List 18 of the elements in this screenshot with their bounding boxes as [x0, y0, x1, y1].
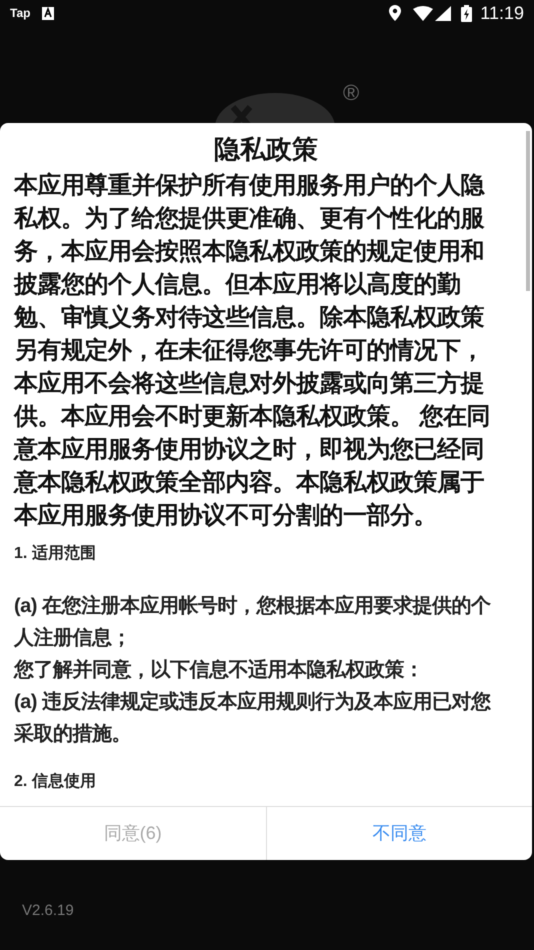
section-heading: 1. 适用范围 — [14, 543, 97, 564]
policy-paragraph: 您了解并同意，以下信息不适用本隐私权政策： — [14, 658, 424, 683]
section-heading: 2. 信息使用 — [14, 772, 97, 792]
disagree-button[interactable]: 不同意 — [266, 807, 532, 860]
status-time: 11:19 — [480, 2, 524, 24]
battery-icon — [461, 4, 472, 22]
scrollbar-thumb[interactable] — [526, 131, 530, 291]
signal-icon — [435, 6, 452, 20]
policy-paragraph: (a) 违反法律规定或违反本应用规则行为及本应用已对您采取的措施。 — [14, 690, 492, 747]
dialog-intro: 本应用尊重并保护所有使用服务用户的个人隐私权。为了给您提供更准确、更有个性化的服务，本应用会按照本隐私权政策的规定使用和披露您的个人信息。但本应用将以高度的勤勉、审慎义务对待这些信息。除本隐私权政策另有规定外，在未征得您事先许可的情况下，本应用不会将这些信息对外披露或向第三方提供。本应用会不时更新本隐私权政策。 您在同意本应用服务使用协议之时，即视为您已经同意本隐私权政策全部内容。本隐私权政策属于本应用服务使用协议不可分割的一部分。 — [14, 171, 492, 531]
registered-mark: ® — [343, 79, 360, 107]
text-notification-icon — [42, 6, 54, 20]
dialog-title: 隐私政策 — [213, 133, 319, 166]
location-icon — [389, 5, 402, 21]
policy-paragraph: (a) 在您注册本应用帐号时，您根据本应用要求提供的个人注册信息； — [14, 594, 492, 651]
version-label: V2.6.19 — [22, 901, 74, 921]
status-app-label: Tap — [10, 5, 30, 22]
wifi-icon — [413, 6, 434, 20]
